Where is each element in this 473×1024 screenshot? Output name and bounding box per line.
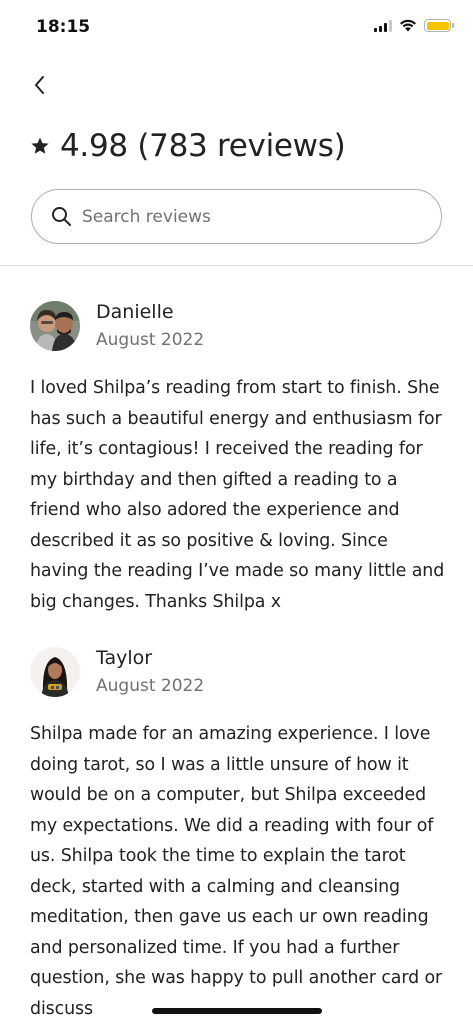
review-text: Shilpa made for an amazing experience. I… bbox=[30, 724, 443, 1019]
review-date: August 2022 bbox=[96, 675, 205, 696]
page-title: 4.98 (783 reviews) bbox=[30, 128, 346, 164]
search-bar[interactable] bbox=[31, 189, 442, 244]
review-text: I loved Shilpa’s reading from start to f… bbox=[30, 378, 445, 612]
home-indicator[interactable] bbox=[152, 1008, 322, 1014]
reviewer-name: Danielle bbox=[96, 300, 174, 323]
review-item: Danielle August 2022 I loved Shilpa’s re… bbox=[30, 299, 450, 617]
review-date: August 2022 bbox=[96, 329, 205, 350]
avatar[interactable] bbox=[30, 301, 80, 351]
battery-fill bbox=[426, 21, 449, 30]
back-button[interactable] bbox=[24, 70, 54, 100]
wifi-icon bbox=[400, 19, 416, 32]
status-bar: 18:15 bbox=[0, 0, 473, 56]
review-header: Taylor August 2022 bbox=[30, 645, 450, 699]
reviewer-meta: Danielle August 2022 bbox=[96, 300, 204, 353]
avatar[interactable] bbox=[30, 647, 80, 697]
battery-icon bbox=[424, 19, 454, 32]
reviewer-meta: Taylor August 2022 bbox=[96, 646, 204, 699]
chevron-left-icon bbox=[35, 76, 44, 94]
search-input[interactable] bbox=[82, 206, 422, 227]
review-item: Taylor August 2022 Shilpa made for an am… bbox=[30, 645, 450, 1024]
rating-summary: 4.98 (783 reviews) bbox=[60, 128, 346, 164]
status-time: 18:15 bbox=[36, 17, 91, 37]
status-icons bbox=[374, 19, 454, 32]
review-header: Danielle August 2022 bbox=[30, 299, 450, 353]
cellular-signal-icon bbox=[374, 19, 392, 32]
star-icon bbox=[31, 137, 49, 154]
search-icon bbox=[52, 207, 71, 226]
divider bbox=[0, 265, 473, 266]
reviewer-name: Taylor bbox=[96, 646, 153, 669]
